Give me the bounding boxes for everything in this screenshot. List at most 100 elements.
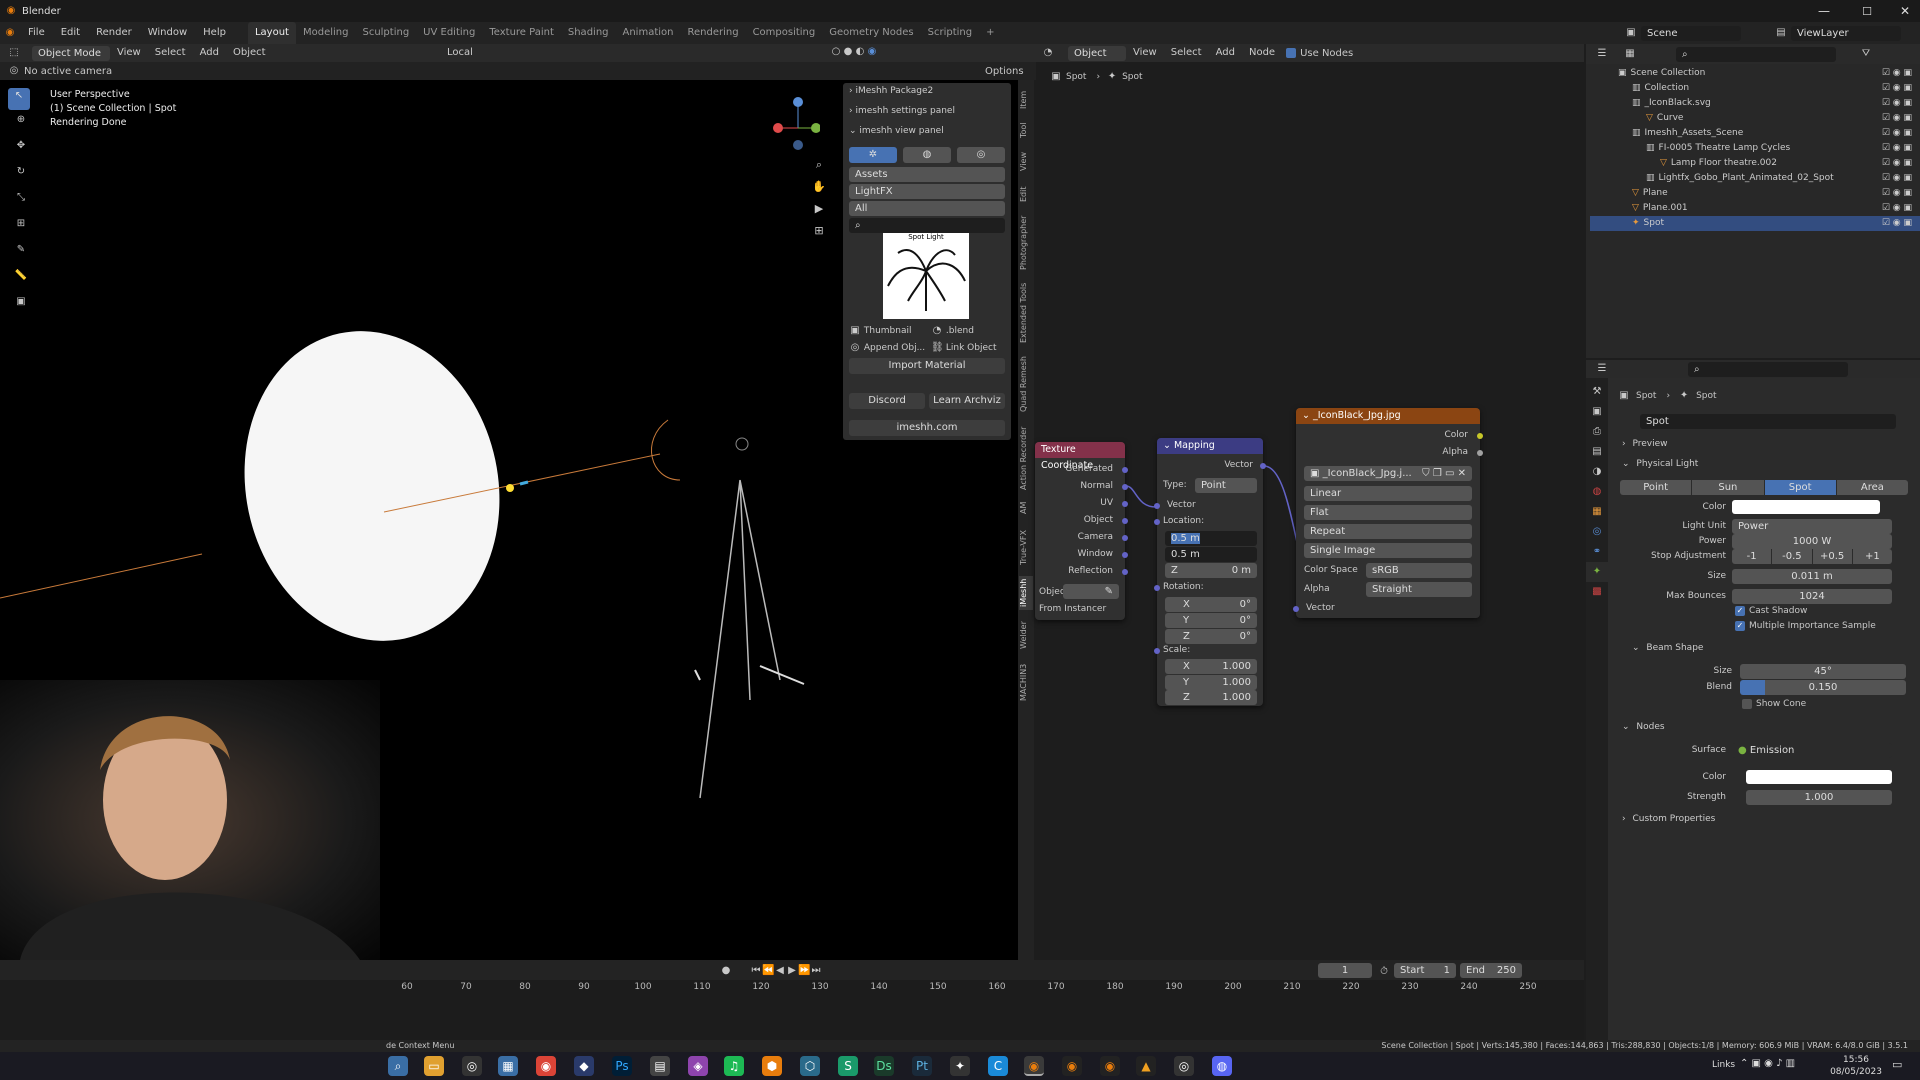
navigation-gizmo[interactable] xyxy=(770,90,821,150)
prev-keyframe-icon[interactable]: ⏪ xyxy=(762,965,774,977)
tab-scripting[interactable]: Scripting xyxy=(921,22,979,44)
app-icon-9[interactable]: C xyxy=(988,1056,1008,1076)
import-material-button[interactable]: Import Material xyxy=(849,358,1005,374)
sidebar-tab-view[interactable]: View xyxy=(1019,150,1033,174)
calculator-icon[interactable]: ▦ xyxy=(498,1056,518,1076)
scene-field[interactable]: Scene xyxy=(1641,25,1741,41)
sidebar-tab-welder[interactable]: Welder xyxy=(1019,618,1033,652)
asset-search-input[interactable]: ⌕ xyxy=(849,218,1005,233)
rotation-z-field[interactable]: Z 0° xyxy=(1165,629,1257,644)
sidebar-tab-quad-remesh[interactable]: Quad Remesh xyxy=(1019,354,1033,414)
preview-panel-header[interactable]: › Preview xyxy=(1622,439,1668,449)
output-tab-icon[interactable]: ⎙ xyxy=(1586,422,1608,442)
emission-color-swatch[interactable] xyxy=(1746,770,1892,784)
tab-rendering[interactable]: Rendering xyxy=(680,22,745,44)
object-picker[interactable]: ✎ xyxy=(1063,584,1119,599)
power-field[interactable]: 1000 W xyxy=(1732,534,1892,549)
imeshh-package-header[interactable]: › iMeshh Package2 xyxy=(849,86,933,96)
outliner-row[interactable]: ▥ _IconBlack.svg ☑ ◉ ▣ xyxy=(1590,96,1920,111)
hdri-tab-icon[interactable]: ◎ xyxy=(957,147,1005,163)
light-unit-dropdown[interactable]: Power xyxy=(1732,519,1892,534)
tray-icons[interactable]: ⌃ ▣ ◉ ♪ ▥ xyxy=(1740,1058,1795,1069)
minimize-icon[interactable]: — xyxy=(1818,4,1830,18)
light-datablock-field[interactable]: Spot xyxy=(1640,414,1896,429)
visibility-toggle-icon[interactable]: ☑ ◉ ▣ xyxy=(1882,156,1912,171)
location-x-field[interactable]: 0.5 m xyxy=(1165,531,1257,546)
record-icon[interactable]: ● xyxy=(720,965,732,977)
image-texture-node[interactable]: ⌄ _IconBlack_Jpg.jpg Color Alpha ▣ _Icon… xyxy=(1293,408,1483,618)
models-tab-icon[interactable]: ✲ xyxy=(849,147,897,163)
stopwatch-icon[interactable]: ⏱ xyxy=(1378,966,1390,978)
visibility-toggle-icon[interactable]: ☑ ◉ ▣ xyxy=(1882,81,1912,96)
mapping-type-dropdown[interactable]: Point xyxy=(1195,478,1257,493)
outliner-row[interactable]: ▽ Lamp Floor theatre.002 ☑ ◉ ▣ xyxy=(1590,156,1920,171)
visibility-toggle-icon[interactable]: ☑ ◉ ▣ xyxy=(1882,126,1912,141)
visibility-toggle-icon[interactable]: ☑ ◉ ▣ xyxy=(1882,201,1912,216)
append-object-button[interactable]: ◎ Append Obj... xyxy=(849,342,926,354)
outliner-row[interactable]: ✦ Spot ☑ ◉ ▣ xyxy=(1590,216,1920,231)
surface-shader-field[interactable]: ● Emission xyxy=(1732,743,1892,758)
filter-dropdown[interactable]: All xyxy=(849,201,1005,216)
rendered-shading-icon[interactable]: ◉ xyxy=(866,46,878,58)
app-icon-1[interactable]: ◎ xyxy=(462,1056,482,1076)
assets-dropdown[interactable]: Assets xyxy=(849,167,1005,182)
tab-shading[interactable]: Shading xyxy=(561,22,616,44)
chrome-icon[interactable]: ◉ xyxy=(536,1056,556,1076)
current-frame-field[interactable]: 1 xyxy=(1318,963,1372,978)
physics-tab-icon[interactable]: ◎ xyxy=(1586,522,1608,542)
blender-taskbar-icon-2[interactable]: ◉ xyxy=(1062,1056,1082,1076)
search-taskbar-icon[interactable]: ⌕ xyxy=(388,1056,408,1076)
tab-uv-editing[interactable]: UV Editing xyxy=(416,22,482,44)
sidebar-tab-machin3[interactable]: MACHIN3 xyxy=(1019,660,1033,704)
editor-type-icon[interactable]: ⬚ xyxy=(8,47,20,59)
scale-y-field[interactable]: Y 1.000 xyxy=(1165,675,1257,690)
material-shading-icon[interactable]: ◐ xyxy=(854,46,866,58)
imeshh-settings-header[interactable]: › imeshh settings panel xyxy=(849,106,955,116)
world-tab-icon[interactable]: ◍ xyxy=(1586,482,1608,502)
light-type-sun[interactable]: Sun xyxy=(1692,480,1764,495)
scene-tab-icon[interactable]: ◑ xyxy=(1586,462,1608,482)
sidebar-tab-true-vfx[interactable]: True-VFX xyxy=(1019,526,1033,570)
visibility-toggle-icon[interactable]: ☑ ◉ ▣ xyxy=(1882,186,1912,201)
tool-tab-icon[interactable]: ⚒ xyxy=(1586,382,1608,402)
app-icon-7[interactable]: S xyxy=(838,1056,858,1076)
outliner-row[interactable]: ▥ Imeshh_Assets_Scene ☑ ◉ ▣ xyxy=(1590,126,1920,141)
interpolation-dropdown[interactable]: Linear xyxy=(1304,486,1472,501)
orientation-dropdown[interactable]: Local xyxy=(440,43,480,63)
tab-geometry-nodes[interactable]: Geometry Nodes xyxy=(822,22,920,44)
tab-modeling[interactable]: Modeling xyxy=(296,22,356,44)
filter-icon[interactable]: ⛛ xyxy=(1860,48,1872,60)
projection-dropdown[interactable]: Flat xyxy=(1304,505,1472,520)
app-icon-10[interactable]: ▲ xyxy=(1136,1056,1156,1076)
mis-checkbox[interactable]: ✓ xyxy=(1735,621,1745,631)
discord-button[interactable]: Discord xyxy=(849,393,925,409)
clock[interactable]: 15:56 08/05/2023 xyxy=(1826,1054,1886,1078)
asset-thumbnail[interactable]: Spot Light xyxy=(883,233,969,319)
wireframe-shading-icon[interactable]: ○ xyxy=(830,46,842,58)
active-camera-label[interactable]: No active camera xyxy=(24,66,112,77)
custom-properties-panel-header[interactable]: › Custom Properties xyxy=(1622,814,1715,824)
outliner-row[interactable]: ▥ Lightfx_Gobo_Plant_Animated_02_Spot ☑ ◉ … xyxy=(1590,171,1920,186)
visibility-toggle-icon[interactable]: ☑ ◉ ▣ xyxy=(1882,171,1912,186)
fake-user-icon[interactable]: ⛉ xyxy=(1422,468,1430,479)
strength-field[interactable]: 1.000 xyxy=(1746,790,1892,805)
tab-compositing[interactable]: Compositing xyxy=(746,22,823,44)
sidebar-tab-edit[interactable]: Edit xyxy=(1019,182,1033,206)
rotation-x-field[interactable]: X 0° xyxy=(1165,597,1257,612)
notification-icon[interactable]: ▭ xyxy=(1892,1058,1902,1071)
size-field[interactable]: 0.011 m xyxy=(1732,569,1892,584)
light-type-area[interactable]: Area xyxy=(1836,480,1908,495)
location-z-field[interactable]: Z0 m xyxy=(1165,563,1257,578)
viewport-menu-view[interactable]: View xyxy=(110,43,148,63)
texture-coordinate-node[interactable]: Texture Coordinate Generated Normal UV O… xyxy=(1035,442,1128,620)
view-layer-selector[interactable]: ▤ ViewLayer xyxy=(1775,25,1901,41)
tab-layout[interactable]: Layout xyxy=(247,22,296,44)
blender-menu-icon[interactable]: ◉ xyxy=(4,27,16,39)
viewport-menu-object[interactable]: Object xyxy=(226,43,273,63)
outliner-search-input[interactable]: ⌕ xyxy=(1676,46,1836,62)
app-icon-11[interactable]: ◎ xyxy=(1174,1056,1194,1076)
discord-taskbar-icon[interactable]: ◍ xyxy=(1212,1056,1232,1076)
ortho-grid-icon[interactable]: ⊞ xyxy=(812,220,826,242)
blender-taskbar-icon[interactable]: ◉ xyxy=(1024,1056,1044,1076)
stop-minus-1-button[interactable]: -1 xyxy=(1732,549,1772,564)
